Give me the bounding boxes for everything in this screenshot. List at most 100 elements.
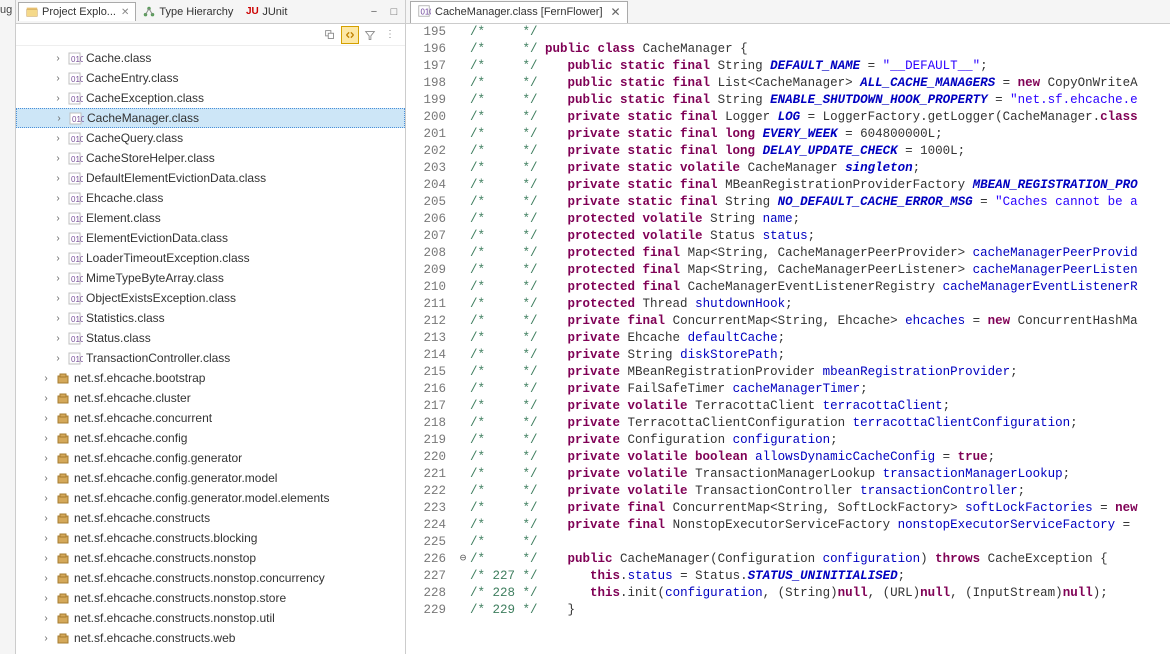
tab-junit[interactable]: JU JUnit <box>239 3 293 21</box>
tree-item-class[interactable]: ›010Cache.class <box>16 48 405 68</box>
tree-item-label: TransactionController.class <box>86 351 230 365</box>
tree-item-label: ObjectExistsException.class <box>86 291 236 305</box>
tree-item-label: net.sf.ehcache.constructs.nonstop.concur… <box>74 571 325 585</box>
tree-item-class[interactable]: ›010CacheStoreHelper.class <box>16 148 405 168</box>
expand-arrow-icon[interactable]: › <box>40 533 52 544</box>
svg-text:010: 010 <box>71 355 83 364</box>
expand-arrow-icon[interactable]: › <box>52 93 64 104</box>
code-content[interactable]: /* */ /* */ public class CacheManager {/… <box>470 24 1170 654</box>
tree-item-class[interactable]: ›010Ehcache.class <box>16 188 405 208</box>
tree-item-package[interactable]: ›net.sf.ehcache.constructs.web <box>16 628 405 648</box>
tree-item-package[interactable]: ›net.sf.ehcache.constructs.nonstop.util <box>16 608 405 628</box>
expand-arrow-icon[interactable]: › <box>52 253 64 264</box>
filter-icon[interactable] <box>361 26 379 44</box>
expand-arrow-icon[interactable]: › <box>40 493 52 504</box>
editor-tab[interactable]: 010 CacheManager.class [FernFlower] ✕ <box>410 1 628 23</box>
expand-arrow-icon[interactable]: › <box>52 173 64 184</box>
tree-item-label: net.sf.ehcache.bootstrap <box>74 371 205 385</box>
tree-item-label: net.sf.ehcache.constructs.blocking <box>74 531 257 545</box>
tree-item-class[interactable]: ›010Statistics.class <box>16 308 405 328</box>
tree-item-label: Ehcache.class <box>86 191 163 205</box>
expand-arrow-icon[interactable]: › <box>52 193 64 204</box>
expand-arrow-icon[interactable]: › <box>40 393 52 404</box>
tree-item-package[interactable]: ›net.sf.ehcache.constructs.nonstop.store <box>16 588 405 608</box>
minimize-icon[interactable]: − <box>365 3 383 21</box>
expand-arrow-icon[interactable]: › <box>40 593 52 604</box>
package-icon <box>55 590 71 606</box>
fold-gutter[interactable]: ⊖ <box>456 24 470 654</box>
package-icon <box>55 510 71 526</box>
perspective-strip: ug <box>0 0 16 654</box>
classfile-icon: 010 <box>67 230 83 246</box>
expand-arrow-icon[interactable]: › <box>40 473 52 484</box>
collapse-all-icon[interactable] <box>321 26 339 44</box>
expand-arrow-icon[interactable]: › <box>40 513 52 524</box>
expand-arrow-icon[interactable]: › <box>52 353 64 364</box>
tree-item-label: CacheStoreHelper.class <box>86 151 215 165</box>
expand-arrow-icon[interactable]: › <box>40 573 52 584</box>
view-menu-icon[interactable]: ⋮ <box>381 26 399 44</box>
tree-item-class[interactable]: ›010ObjectExistsException.class <box>16 288 405 308</box>
editor-panel: 010 CacheManager.class [FernFlower] ✕ 19… <box>406 0 1170 654</box>
expand-arrow-icon[interactable]: › <box>52 73 64 84</box>
package-icon <box>55 630 71 646</box>
classfile-icon: 010 <box>67 150 83 166</box>
tree-item-class[interactable]: ›010MimeTypeByteArray.class <box>16 268 405 288</box>
tree-item-label: Status.class <box>86 331 151 345</box>
expand-arrow-icon[interactable]: › <box>52 153 64 164</box>
expand-arrow-icon[interactable]: › <box>52 133 64 144</box>
close-icon[interactable]: ✕ <box>611 5 621 19</box>
expand-arrow-icon[interactable]: › <box>40 613 52 624</box>
package-icon <box>55 470 71 486</box>
tree-item-package[interactable]: ›net.sf.ehcache.concurrent <box>16 408 405 428</box>
expand-arrow-icon[interactable]: › <box>52 273 64 284</box>
tab-label: JUnit <box>262 6 287 18</box>
expand-arrow-icon[interactable]: › <box>52 313 64 324</box>
tree-item-class[interactable]: ›010DefaultElementEvictionData.class <box>16 168 405 188</box>
svg-text:010: 010 <box>71 255 83 264</box>
expand-arrow-icon[interactable]: › <box>40 413 52 424</box>
expand-arrow-icon[interactable]: › <box>52 53 64 64</box>
tree-item-class[interactable]: ›010Element.class <box>16 208 405 228</box>
tree-item-class[interactable]: ›010CacheQuery.class <box>16 128 405 148</box>
expand-arrow-icon[interactable]: › <box>40 633 52 644</box>
tab-type-hierarchy[interactable]: Type Hierarchy <box>136 3 239 21</box>
package-icon <box>55 570 71 586</box>
tree-item-package[interactable]: ›net.sf.ehcache.config.generator.model.e… <box>16 488 405 508</box>
tab-project-explorer[interactable]: Project Explo... ✕ <box>18 2 136 21</box>
tree-item-label: net.sf.ehcache.config <box>74 431 187 445</box>
tree-item-class[interactable]: ›010CacheEntry.class <box>16 68 405 88</box>
tree-item-class[interactable]: ›010CacheManager.class <box>16 108 405 128</box>
tree-item-class[interactable]: ›010Status.class <box>16 328 405 348</box>
expand-arrow-icon[interactable]: › <box>40 553 52 564</box>
expand-arrow-icon[interactable]: › <box>52 293 64 304</box>
tree-item-package[interactable]: › net.sf.ehcache.bootstrap <box>16 368 405 388</box>
expand-arrow-icon[interactable]: › <box>40 453 52 464</box>
tree-item-package[interactable]: › net.sf.ehcache.config <box>16 428 405 448</box>
tree-item-class[interactable]: › 010TransactionController.class <box>16 348 405 368</box>
tree-item-class[interactable]: ›010ElementEvictionData.class <box>16 228 405 248</box>
maximize-icon[interactable]: □ <box>385 3 403 21</box>
tree-item-class[interactable]: ›010CacheException.class <box>16 88 405 108</box>
expand-arrow-icon[interactable]: › <box>52 233 64 244</box>
expand-arrow-icon[interactable]: › <box>53 113 65 124</box>
tree-item-package[interactable]: ›net.sf.ehcache.constructs.nonstop <box>16 548 405 568</box>
tree-item-package[interactable]: ›net.sf.ehcache.cluster <box>16 388 405 408</box>
classfile-icon: 010 <box>67 310 83 326</box>
project-tree[interactable]: ›010Cache.class›010CacheEntry.class›010C… <box>16 46 405 654</box>
code-editor[interactable]: 1951961971981992002012022032042052062072… <box>406 24 1170 654</box>
tree-item-package[interactable]: ›net.sf.ehcache.constructs <box>16 508 405 528</box>
tree-item-package[interactable]: › net.sf.ehcache.constructs.nonstop.concu… <box>16 568 405 588</box>
expand-arrow-icon[interactable]: › <box>52 333 64 344</box>
expand-arrow-icon[interactable]: › <box>40 373 52 384</box>
tree-item-label: DefaultElementEvictionData.class <box>86 171 266 185</box>
expand-arrow-icon[interactable]: › <box>52 213 64 224</box>
expand-arrow-icon[interactable]: › <box>40 433 52 444</box>
link-editor-icon[interactable] <box>341 26 359 44</box>
line-number-gutter: 1951961971981992002012022032042052062072… <box>406 24 456 654</box>
tree-item-package[interactable]: ›net.sf.ehcache.config.generator <box>16 448 405 468</box>
close-icon[interactable]: ✕ <box>121 7 129 18</box>
tree-item-package[interactable]: › net.sf.ehcache.constructs.blocking <box>16 528 405 548</box>
tree-item-package[interactable]: ›net.sf.ehcache.config.generator.model <box>16 468 405 488</box>
tree-item-class[interactable]: ›010LoaderTimeoutException.class <box>16 248 405 268</box>
